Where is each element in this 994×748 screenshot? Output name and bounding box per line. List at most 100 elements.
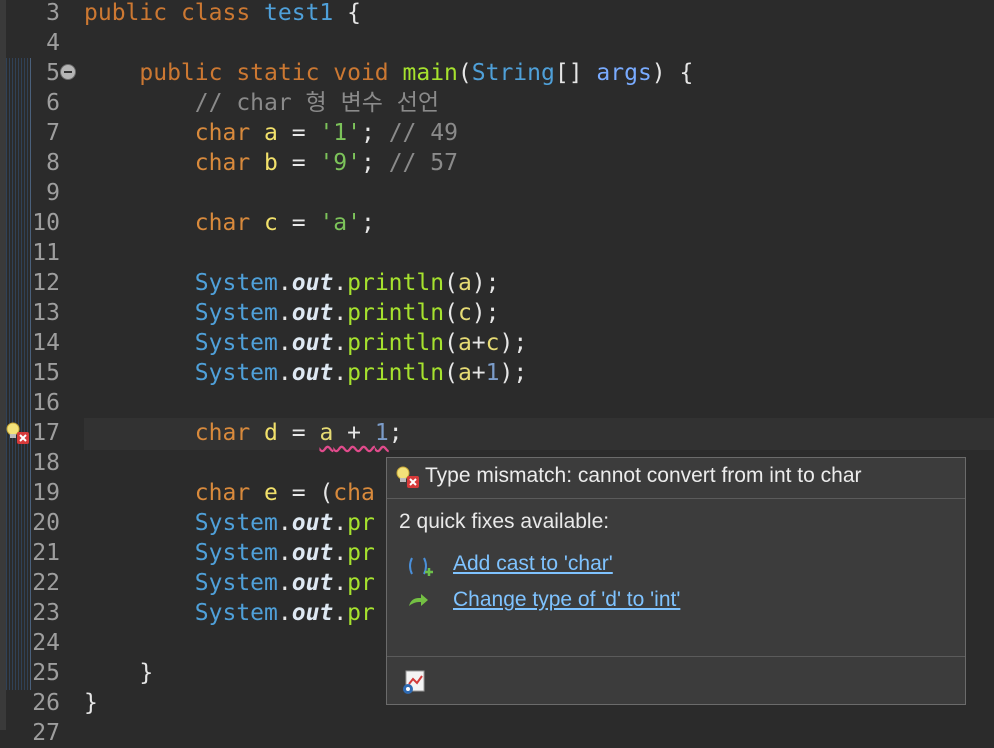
code-line[interactable]: 10 char c = 'a'; <box>0 208 994 238</box>
code-line[interactable]: 13 System.out.println(c); <box>0 298 994 328</box>
add-cast-icon <box>409 557 433 576</box>
line-number: 16 <box>32 390 60 416</box>
line-number: 23 <box>32 600 60 626</box>
code-token: . <box>333 510 348 536</box>
code-token: d <box>264 420 278 446</box>
code-token: System <box>194 300 278 326</box>
code-line[interactable]: 27 <box>0 718 994 748</box>
fold-collapse-icon[interactable] <box>60 64 76 80</box>
code-token: + <box>471 360 486 386</box>
code-token: a <box>319 420 334 446</box>
code-text[interactable]: System.out.pr <box>84 568 375 598</box>
code-line[interactable]: 12 System.out.println(a); <box>0 268 994 298</box>
code-token: ; <box>360 150 389 176</box>
code-text[interactable]: } <box>84 688 98 718</box>
code-text[interactable]: public static void main(String[] args) { <box>84 58 693 88</box>
line-number: 3 <box>46 0 60 26</box>
code-line[interactable]: 15 System.out.println(a+1); <box>0 358 994 388</box>
code-line[interactable]: 4 <box>0 28 994 58</box>
code-token: = ( <box>277 480 334 506</box>
code-token: // char 형 변수 선언 <box>194 90 440 116</box>
code-token: ); <box>471 300 500 326</box>
code-token: } <box>84 690 98 716</box>
code-token: . <box>277 510 292 536</box>
code-line[interactable]: 3 public class test1 { <box>0 0 994 28</box>
line-number: 7 <box>46 120 60 146</box>
code-text[interactable]: System.out.println(c); <box>84 298 500 328</box>
code-text[interactable]: System.out.println(a+1); <box>84 358 527 388</box>
code-token: ) { <box>651 60 694 86</box>
code-token: ; <box>360 120 389 146</box>
code-line[interactable]: 14 System.out.println(a+c); <box>0 328 994 358</box>
code-token: out <box>291 540 334 566</box>
code-token: + <box>333 420 375 446</box>
code-token: c <box>457 300 472 326</box>
code-line[interactable]: 11 <box>0 238 994 268</box>
code-token: = <box>277 210 320 236</box>
line-number: 15 <box>32 360 60 386</box>
code-text[interactable]: char b = '9'; // 57 <box>84 148 458 178</box>
code-text[interactable]: char d = a + 1; <box>84 418 403 448</box>
code-token: void <box>333 60 403 86</box>
code-token: System <box>194 600 278 626</box>
code-line[interactable]: 6 // char 형 변수 선언 <box>0 88 994 118</box>
code-token: . <box>333 570 348 596</box>
lightbulb-error-icon[interactable] <box>5 421 31 447</box>
code-token: a <box>264 120 278 146</box>
code-text[interactable]: public class test1 { <box>84 0 361 28</box>
code-token: . <box>277 330 292 356</box>
code-text[interactable]: System.out.pr <box>84 508 375 538</box>
code-line[interactable]: 7 char a = '1'; // 49 <box>0 118 994 148</box>
code-text[interactable]: System.out.println(a); <box>84 268 500 298</box>
code-token: class <box>180 0 265 26</box>
quick-fix-header: Type mismatch: cannot convert from int t… <box>387 458 965 499</box>
change-type-link[interactable]: Change type of 'd' to 'int' <box>453 588 680 612</box>
add-cast-link[interactable]: Add cast to 'char' <box>453 552 613 576</box>
code-token: ( <box>444 300 458 326</box>
code-token: a <box>457 330 472 356</box>
code-line[interactable]: 8 char b = '9'; // 57 <box>0 148 994 178</box>
code-token: a <box>457 270 472 296</box>
line-number: 19 <box>32 480 60 506</box>
code-text[interactable]: // char 형 변수 선언 <box>84 88 439 118</box>
code-token: ( <box>444 270 458 296</box>
code-text[interactable]: char e = (cha <box>84 478 375 508</box>
code-token: . <box>277 570 292 596</box>
code-line[interactable]: 5 public static void main(String[] args)… <box>0 58 994 88</box>
code-text[interactable]: System.out.pr <box>84 538 375 568</box>
code-token: args <box>596 60 652 86</box>
code-text[interactable]: System.out.println(a+c); <box>84 328 527 358</box>
code-token: out <box>291 270 334 296</box>
fix-add-cast[interactable]: Add cast to 'char' <box>405 550 945 580</box>
code-token: . <box>277 540 292 566</box>
quick-fix-popup[interactable]: Type mismatch: cannot convert from int t… <box>386 457 966 705</box>
code-text[interactable]: char a = '1'; // 49 <box>84 118 458 148</box>
configure-problem-severity-icon[interactable] <box>399 668 427 696</box>
code-text[interactable]: System.out.pr <box>84 598 375 628</box>
code-token: 'a' <box>319 210 361 236</box>
change-type-icon <box>409 594 428 606</box>
line-number: 6 <box>46 90 60 116</box>
fix-change-type[interactable]: Change type of 'd' to 'int' <box>405 586 945 616</box>
code-token: c <box>264 210 278 236</box>
code-token: String <box>471 60 555 86</box>
code-token: e <box>264 480 278 506</box>
code-line[interactable]: 16 <box>0 388 994 418</box>
code-token: pr <box>347 570 375 596</box>
code-text[interactable]: char c = 'a'; <box>84 208 375 238</box>
code-token: = <box>277 120 320 146</box>
code-token: System <box>194 360 278 386</box>
code-token: char <box>194 480 265 506</box>
code-line[interactable]: 17 char d = a + 1; <box>0 418 994 448</box>
code-text[interactable]: } <box>84 658 153 688</box>
code-line[interactable]: 9 <box>0 178 994 208</box>
code-token: a <box>457 360 472 386</box>
